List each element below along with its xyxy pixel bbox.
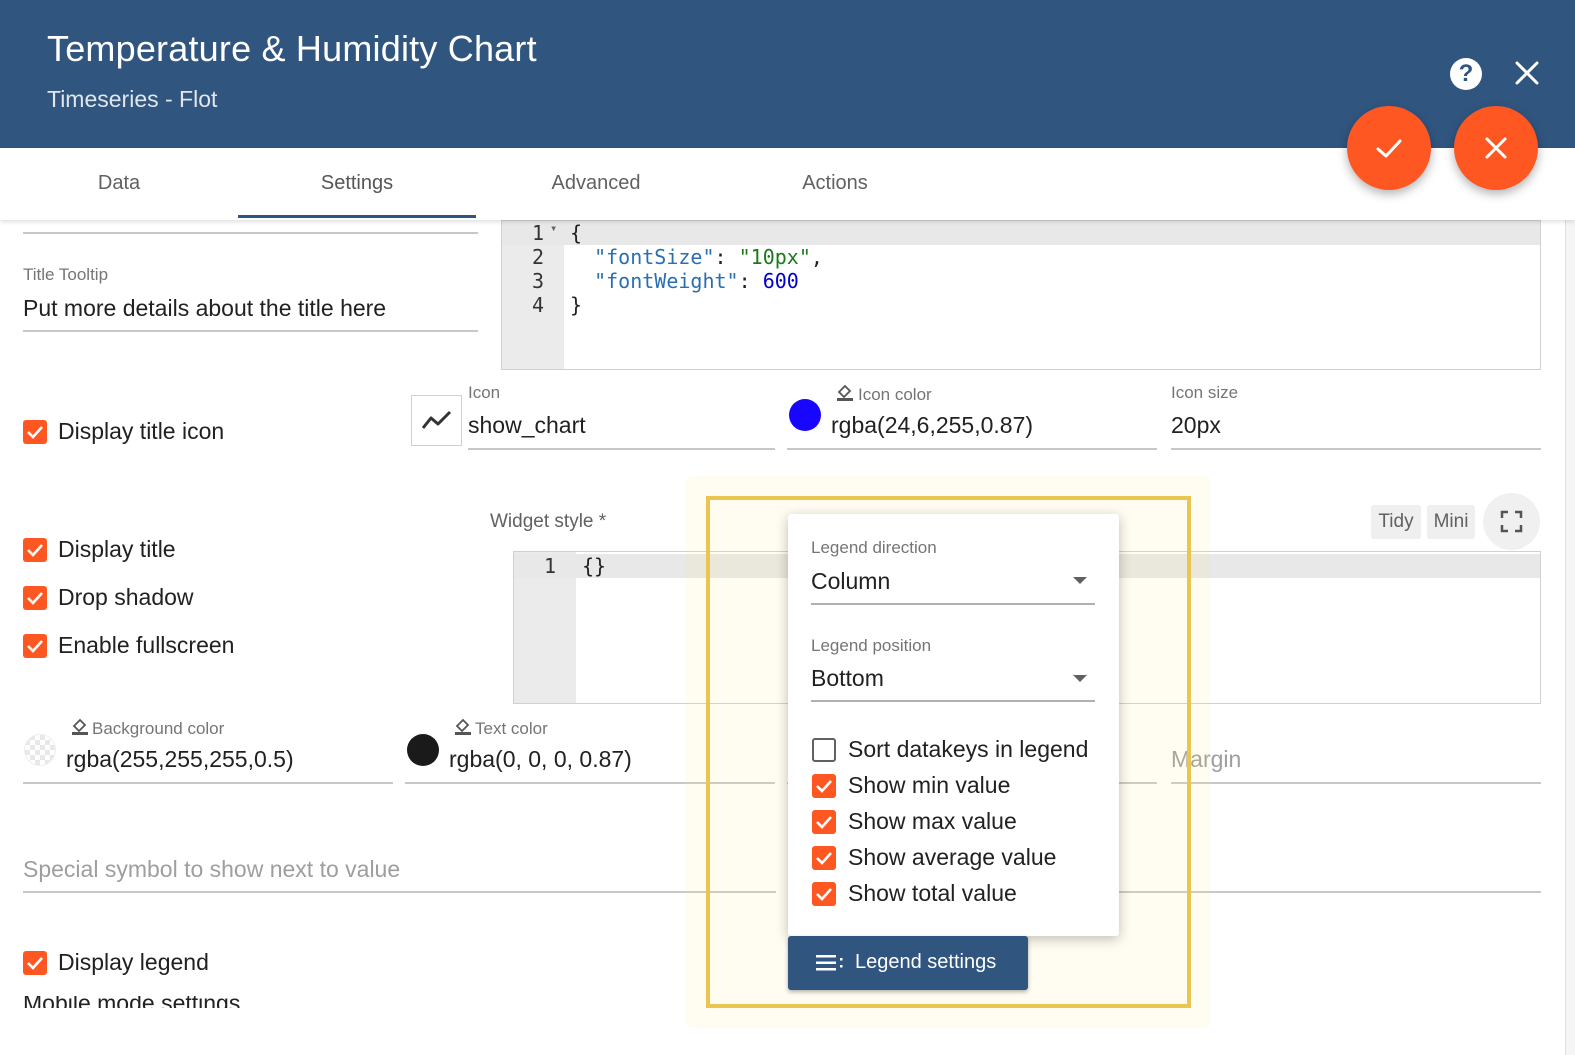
- show-chart-icon: [421, 410, 452, 429]
- mini-button[interactable]: Mini: [1427, 505, 1475, 539]
- background-color-underline: [23, 782, 393, 784]
- display-title-icon-label: Display title icon: [58, 418, 225, 444]
- enable-fullscreen-label: Enable fullscreen: [58, 632, 235, 658]
- background-color-swatch[interactable]: [24, 734, 56, 766]
- units-underline: [23, 891, 776, 893]
- text-color-swatch[interactable]: [407, 734, 439, 766]
- mobile-mode-label-cut: Mobile mode settings: [23, 996, 243, 1008]
- legend-settings-button[interactable]: Legend settings: [788, 936, 1028, 990]
- dialog-header: Temperature & Humidity Chart Timeseries …: [0, 0, 1575, 148]
- enable-fullscreen-checkbox[interactable]: [23, 634, 47, 658]
- close-icon[interactable]: [1510, 56, 1544, 90]
- display-legend-checkbox[interactable]: [23, 951, 47, 975]
- code-line-1: {}: [582, 554, 607, 578]
- tidy-button[interactable]: Tidy: [1371, 505, 1421, 539]
- code-line-1: {: [570, 221, 583, 245]
- sort-datakeys-checkbox[interactable]: [812, 738, 836, 762]
- display-legend-label: Display legend: [58, 949, 209, 975]
- legend-position-underline: [811, 700, 1095, 702]
- chevron-down-icon[interactable]: [1073, 675, 1087, 682]
- fullscreen-button[interactable]: [1483, 493, 1540, 550]
- show-min-label: Show min value: [848, 772, 1011, 798]
- editor-active-line: [502, 221, 1540, 245]
- display-title-icon-checkbox[interactable]: [23, 420, 47, 444]
- code-line-3: "fontWeight": 600: [594, 269, 799, 293]
- tab-settings[interactable]: Settings: [238, 148, 476, 220]
- show-average-label: Show average value: [848, 844, 1057, 870]
- fullscreen-icon: [1500, 510, 1523, 533]
- sort-datakeys-label: Sort datakeys in legend: [848, 736, 1089, 762]
- line-number: 1: [544, 554, 557, 578]
- check-icon: [1376, 139, 1402, 158]
- fold-arrow-icon[interactable]: ▾: [550, 221, 557, 235]
- drop-shadow-label: Drop shadow: [58, 584, 194, 610]
- title-tooltip-underline: [23, 330, 478, 332]
- icon-label: Icon: [468, 383, 501, 402]
- tab-bar: Data Settings Advanced Actions: [0, 148, 1575, 220]
- legend-settings-popover: Legend direction Column Legend position …: [788, 514, 1119, 936]
- help-icon[interactable]: ?: [1450, 58, 1482, 90]
- units-input[interactable]: Special symbol to show next to value: [23, 856, 400, 883]
- icon-color-underline: [787, 448, 1157, 450]
- color-fill-icon: [455, 718, 471, 735]
- show-max-checkbox[interactable]: [812, 810, 836, 834]
- display-title-checkbox[interactable]: [23, 538, 47, 562]
- widget-style-label: Widget style *: [490, 511, 607, 532]
- legend-direction-select[interactable]: Column: [811, 568, 890, 595]
- chevron-down-icon[interactable]: [1073, 577, 1087, 584]
- dialog-title: Temperature & Humidity Chart: [47, 28, 537, 69]
- icon-color-swatch[interactable]: [789, 399, 821, 431]
- display-title-label: Display title: [58, 536, 176, 562]
- text-color-label: Text color: [475, 719, 548, 738]
- close-icon: [1485, 137, 1507, 159]
- color-fill-icon: [72, 718, 88, 735]
- title-tooltip-input[interactable]: Put more details about the title here: [23, 295, 386, 322]
- icon-size-underline: [1171, 448, 1541, 450]
- color-fill-icon: [837, 384, 853, 401]
- icon-preview[interactable]: [411, 395, 462, 446]
- background-color-label: Background color: [92, 719, 225, 738]
- icon-underline: [468, 448, 775, 450]
- drop-shadow-checkbox[interactable]: [23, 586, 47, 610]
- legend-settings-label: Legend settings: [855, 951, 997, 973]
- legend-position-label: Legend position: [811, 636, 932, 655]
- icon-input[interactable]: show_chart: [468, 412, 586, 439]
- icon-color-input[interactable]: rgba(24,6,255,0.87): [831, 412, 1033, 439]
- line-number: 2: [532, 245, 545, 269]
- title-tooltip-label: Title Tooltip: [23, 265, 109, 284]
- apply-button[interactable]: [1347, 106, 1431, 190]
- background-color-input[interactable]: rgba(255,255,255,0.5): [66, 746, 294, 773]
- tab-data[interactable]: Data: [0, 148, 238, 220]
- legend-list-icon: [816, 955, 843, 971]
- legend-position-select[interactable]: Bottom: [811, 665, 884, 692]
- tab-actions[interactable]: Actions: [716, 148, 954, 220]
- cancel-button[interactable]: [1454, 106, 1538, 190]
- active-tab-indicator: [238, 215, 476, 218]
- line-number: 4: [532, 293, 545, 317]
- show-average-checkbox[interactable]: [812, 846, 836, 870]
- show-total-checkbox[interactable]: [812, 882, 836, 906]
- tab-advanced[interactable]: Advanced: [477, 148, 715, 220]
- legend-direction-label: Legend direction: [811, 538, 937, 557]
- margin-underline: [1171, 782, 1541, 784]
- line-number: 3: [532, 269, 545, 293]
- icon-size-input[interactable]: 20px: [1171, 412, 1221, 439]
- show-min-checkbox[interactable]: [812, 774, 836, 798]
- code-line-4: }: [570, 293, 583, 317]
- icon-color-label: Icon color: [858, 385, 932, 404]
- icon-size-label: Icon size: [1171, 383, 1239, 402]
- title-style-editor[interactable]: 1 ▾ 2 3 4 { "fontSize": "10px", "fontWei…: [501, 220, 1541, 370]
- scrollbar[interactable]: [1565, 220, 1575, 1055]
- dialog-subtitle: Timeseries - Flot: [47, 86, 218, 112]
- title-field-underline: [23, 232, 478, 234]
- show-max-label: Show max value: [848, 808, 1017, 834]
- legend-direction-underline: [811, 603, 1095, 605]
- show-total-label: Show total value: [848, 880, 1017, 906]
- code-line-2: "fontSize": "10px",: [594, 245, 823, 269]
- line-number: 1: [532, 221, 545, 245]
- text-color-input[interactable]: rgba(0, 0, 0, 0.87): [449, 746, 632, 773]
